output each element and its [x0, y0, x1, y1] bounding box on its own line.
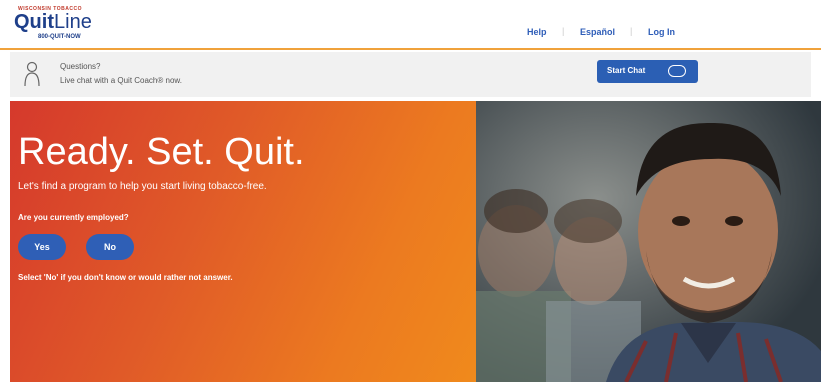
hero-subtitle: Let's find a program to help you start l… [18, 181, 267, 192]
chat-question-subtitle: Live chat with a Quit Coach® now. [60, 76, 182, 85]
site-header: WISCONSIN TOBACCO QuitLine 800-QUIT-NOW … [0, 0, 821, 50]
nav-espanol[interactable]: Español [580, 27, 615, 37]
person-icon [24, 61, 40, 87]
start-chat-button[interactable]: Start Chat [597, 60, 698, 83]
nav-divider: | [562, 26, 565, 36]
employment-question: Are you currently employed? [18, 213, 129, 222]
chat-question-title: Questions? [60, 62, 101, 71]
logo-phone: 800-QUIT-NOW [38, 34, 81, 40]
nav-divider: | [630, 26, 633, 36]
answer-note: Select 'No' if you don't know or would r… [18, 273, 233, 282]
smiling-man-photo [476, 101, 821, 382]
logo-quit-text: Quit [14, 11, 54, 33]
nav-help[interactable]: Help [527, 27, 547, 37]
start-chat-label: Start Chat [607, 66, 646, 75]
chat-bubble-icon [668, 65, 686, 77]
nav-login[interactable]: Log In [648, 27, 675, 37]
hero-panel: Ready. Set. Quit. Let's find a program t… [10, 101, 476, 382]
quitline-logo[interactable]: WISCONSIN TOBACCO QuitLine 800-QUIT-NOW [14, 6, 94, 42]
logo-wordmark: QuitLine [14, 11, 92, 33]
no-button[interactable]: No [86, 234, 134, 260]
hero-photo-illustration [476, 101, 821, 382]
hero-title: Ready. Set. Quit. [18, 131, 305, 173]
yes-button[interactable]: Yes [18, 234, 66, 260]
logo-line-text: Line [54, 11, 92, 33]
chat-bar: Questions? Live chat with a Quit Coach® … [10, 52, 811, 97]
